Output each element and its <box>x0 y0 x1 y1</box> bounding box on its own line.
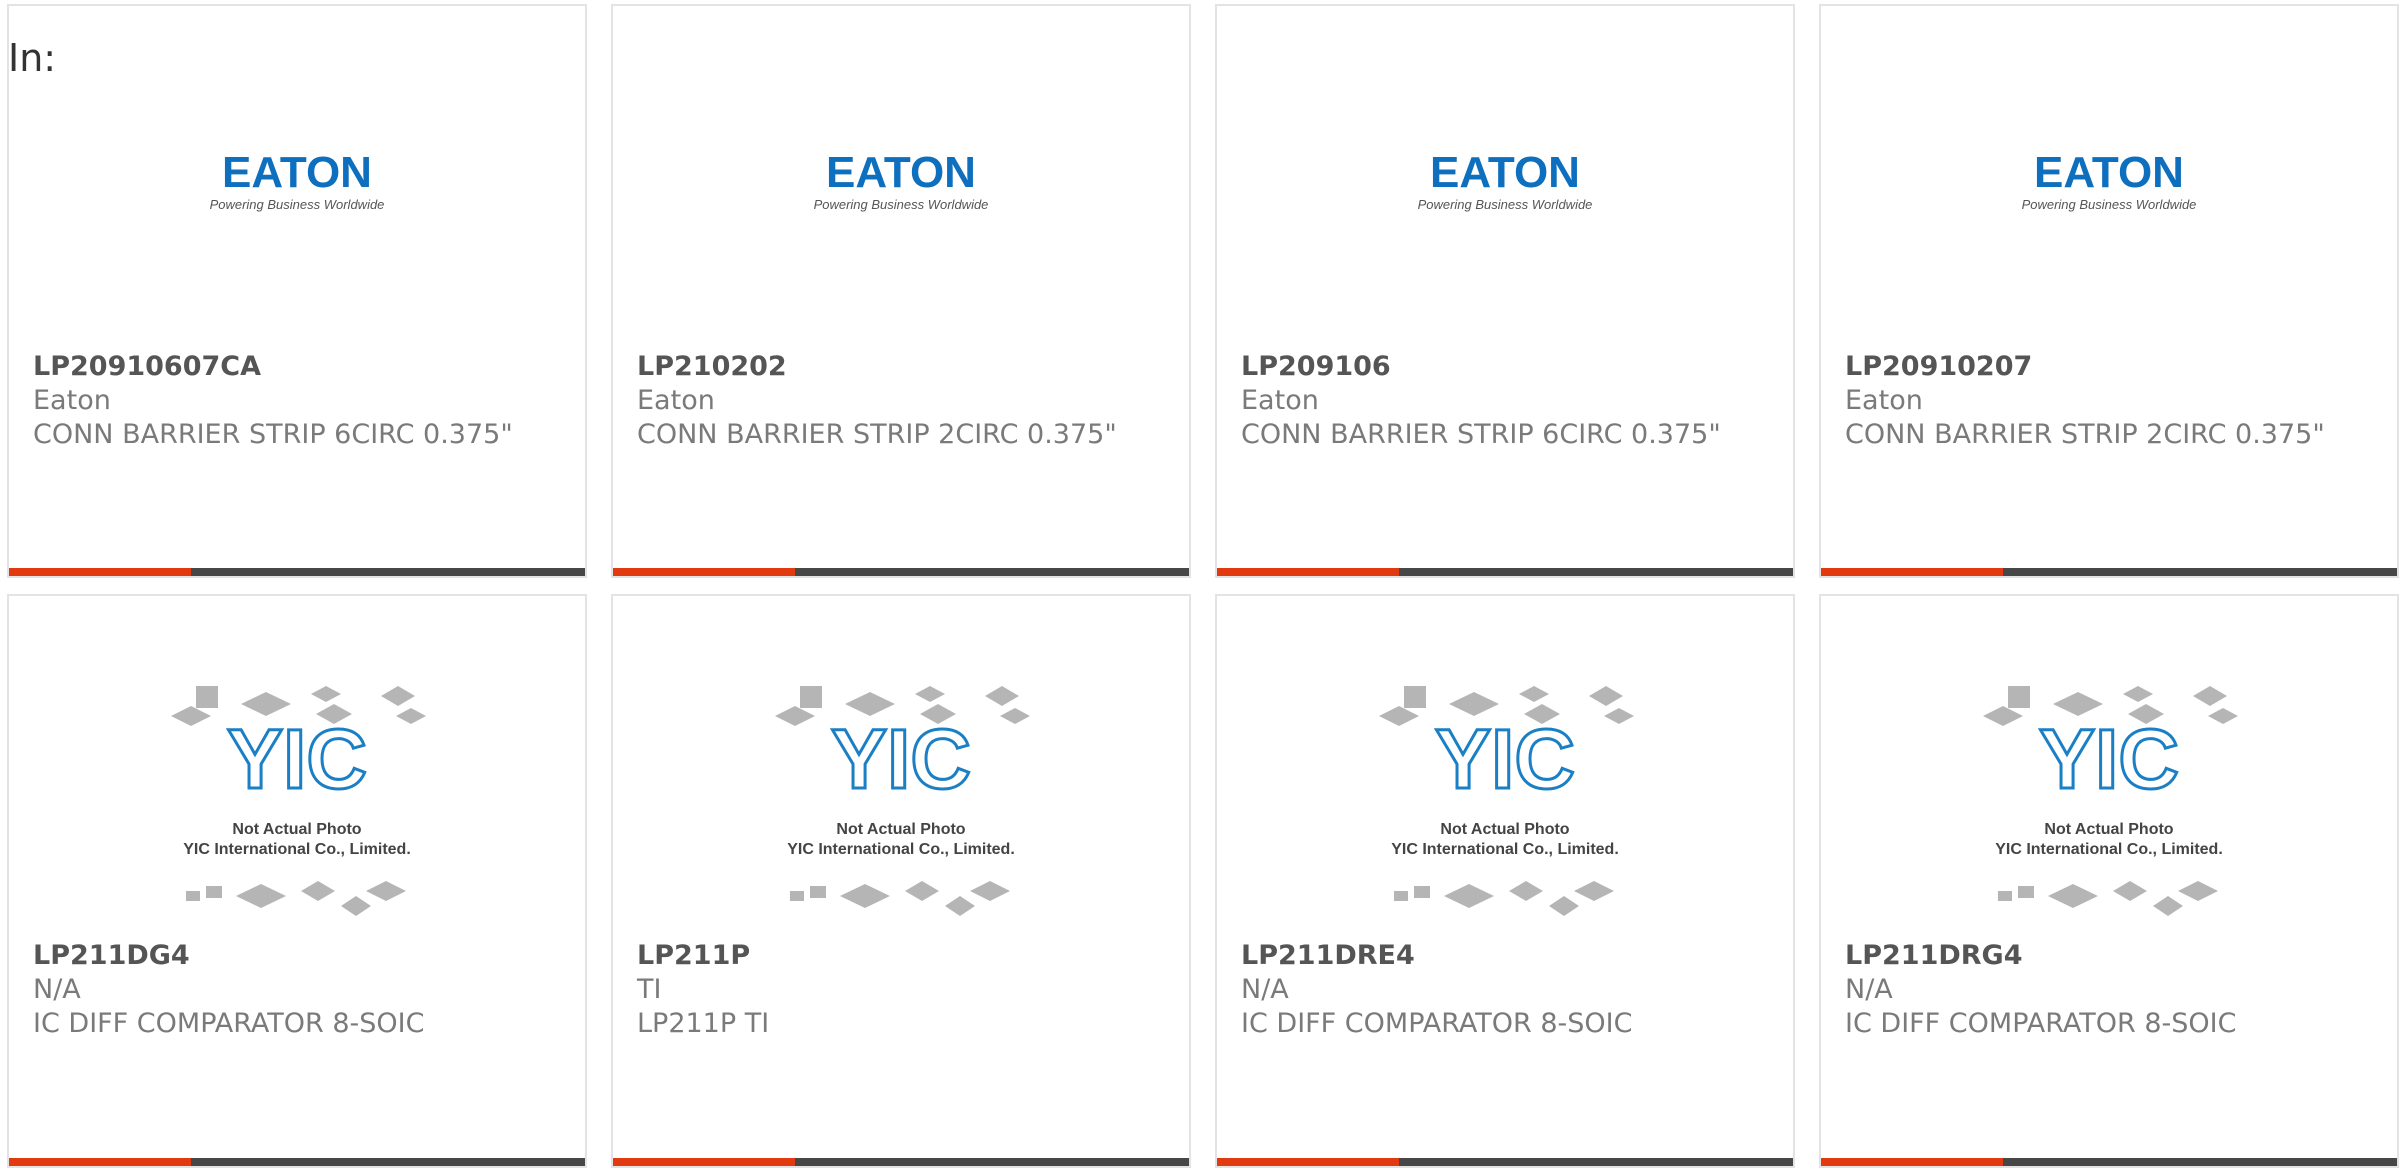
svg-text:Not Actual Photo: Not Actual Photo <box>232 821 361 838</box>
manufacturer: Eaton <box>637 385 715 416</box>
svg-text:Not Actual Photo: Not Actual Photo <box>1440 821 1569 838</box>
manufacturer: Eaton <box>1241 385 1319 416</box>
svg-text:YIC International Co., Limited: YIC International Co., Limited. <box>787 841 1015 858</box>
card-footer-accent <box>9 1158 191 1166</box>
eaton-logo-icon: EATON Powering Business Worldwide <box>210 148 385 212</box>
manufacturer: Eaton <box>1845 385 1923 416</box>
part-number-link[interactable]: LP209106 <box>1241 350 1773 384</box>
part-number-link[interactable]: LP210202 <box>637 350 1169 384</box>
description: CONN BARRIER STRIP 2CIRC 0.375" <box>1845 419 2325 450</box>
manufacturer: TI <box>637 974 662 1005</box>
svg-text:YIC International Co., Limited: YIC International Co., Limited. <box>183 841 411 858</box>
description: CONN BARRIER STRIP 6CIRC 0.375" <box>33 419 513 450</box>
manufacturer: Eaton <box>33 385 111 416</box>
card-footer-accent <box>1217 568 1399 576</box>
product-card[interactable]: YIC Not Actual Photo YIC International C… <box>7 594 587 1168</box>
product-card[interactable]: YIC Not Actual Photo YIC International C… <box>1215 594 1795 1168</box>
svg-text:YIC International Co., Limited: YIC International Co., Limited. <box>1995 841 2223 858</box>
part-number-link[interactable]: LP211DRG4 <box>1845 939 2377 973</box>
eaton-logo-icon: EATON Powering Business Worldwide <box>2022 148 2197 212</box>
svg-text:Powering Business Worldwide: Powering Business Worldwide <box>210 197 385 212</box>
product-card[interactable]: EATON Powering Business Worldwide LP2091… <box>1215 4 1795 578</box>
product-card[interactable]: YIC Not Actual Photo YIC International C… <box>611 594 1191 1168</box>
yic-placeholder-icon: YIC Not Actual Photo YIC International C… <box>1379 686 1634 916</box>
description: IC DIFF COMPARATOR 8-SOIC <box>33 1008 425 1039</box>
product-image-placeholder[interactable]: YIC Not Actual Photo YIC International C… <box>613 686 1189 926</box>
svg-text:EATON: EATON <box>826 148 976 197</box>
product-image-eaton-logo[interactable]: EATON Powering Business Worldwide <box>1217 122 1793 242</box>
description: LP211P TI <box>637 1008 770 1039</box>
card-footer-accent <box>1821 568 2003 576</box>
card-footer-accent <box>1821 1158 2003 1166</box>
card-footer-accent <box>1217 1158 1399 1166</box>
product-image-eaton-logo[interactable]: EATON Powering Business Worldwide <box>613 122 1189 242</box>
yic-placeholder-icon: YIC Not Actual Photo YIC International C… <box>171 686 426 916</box>
product-card[interactable]: EATON Powering Business Worldwide LP2091… <box>7 4 587 578</box>
manufacturer: N/A <box>33 974 81 1005</box>
part-number-link[interactable]: LP20910607CA <box>33 350 565 384</box>
part-number-link[interactable]: LP20910207 <box>1845 350 2377 384</box>
manufacturer: N/A <box>1241 974 1289 1005</box>
svg-text:YIC: YIC <box>227 712 367 806</box>
svg-text:YIC: YIC <box>831 712 971 806</box>
svg-text:Powering Business Worldwide: Powering Business Worldwide <box>2022 197 2197 212</box>
svg-text:Powering Business Worldwide: Powering Business Worldwide <box>1418 197 1593 212</box>
svg-text:EATON: EATON <box>222 148 372 197</box>
product-card[interactable]: EATON Powering Business Worldwide LP2091… <box>1819 4 2399 578</box>
yic-placeholder-icon: YIC Not Actual Photo YIC International C… <box>1983 686 2238 916</box>
card-footer-accent <box>613 1158 795 1166</box>
description: IC DIFF COMPARATOR 8-SOIC <box>1241 1008 1633 1039</box>
product-image-placeholder[interactable]: YIC Not Actual Photo YIC International C… <box>9 686 585 926</box>
svg-text:EATON: EATON <box>2034 148 2184 197</box>
in-label: In: <box>8 36 57 80</box>
svg-text:YIC: YIC <box>2039 712 2179 806</box>
yic-placeholder-icon: YIC Not Actual Photo YIC International C… <box>775 686 1030 916</box>
description: CONN BARRIER STRIP 2CIRC 0.375" <box>637 419 1117 450</box>
part-number-link[interactable]: LP211P <box>637 939 1169 973</box>
description: CONN BARRIER STRIP 6CIRC 0.375" <box>1241 419 1721 450</box>
product-image-eaton-logo[interactable]: EATON Powering Business Worldwide <box>9 122 585 242</box>
eaton-logo-icon: EATON Powering Business Worldwide <box>1418 148 1593 212</box>
product-card[interactable]: EATON Powering Business Worldwide LP2102… <box>611 4 1191 578</box>
manufacturer: N/A <box>1845 974 1893 1005</box>
svg-text:Powering Business Worldwide: Powering Business Worldwide <box>814 197 989 212</box>
svg-text:Not Actual Photo: Not Actual Photo <box>836 821 965 838</box>
part-number-link[interactable]: LP211DG4 <box>33 939 565 973</box>
product-image-placeholder[interactable]: YIC Not Actual Photo YIC International C… <box>1821 686 2397 926</box>
eaton-logo-icon: EATON Powering Business Worldwide <box>814 148 989 212</box>
svg-text:EATON: EATON <box>1430 148 1580 197</box>
product-card[interactable]: YIC Not Actual Photo YIC International C… <box>1819 594 2399 1168</box>
product-image-eaton-logo[interactable]: EATON Powering Business Worldwide <box>1821 122 2397 242</box>
description: IC DIFF COMPARATOR 8-SOIC <box>1845 1008 2237 1039</box>
part-number-link[interactable]: LP211DRE4 <box>1241 939 1773 973</box>
card-footer-accent <box>9 568 191 576</box>
product-image-placeholder[interactable]: YIC Not Actual Photo YIC International C… <box>1217 686 1793 926</box>
svg-text:YIC: YIC <box>1435 712 1575 806</box>
svg-text:Not Actual Photo: Not Actual Photo <box>2044 821 2173 838</box>
card-footer-accent <box>613 568 795 576</box>
svg-text:YIC International Co., Limited: YIC International Co., Limited. <box>1391 841 1619 858</box>
